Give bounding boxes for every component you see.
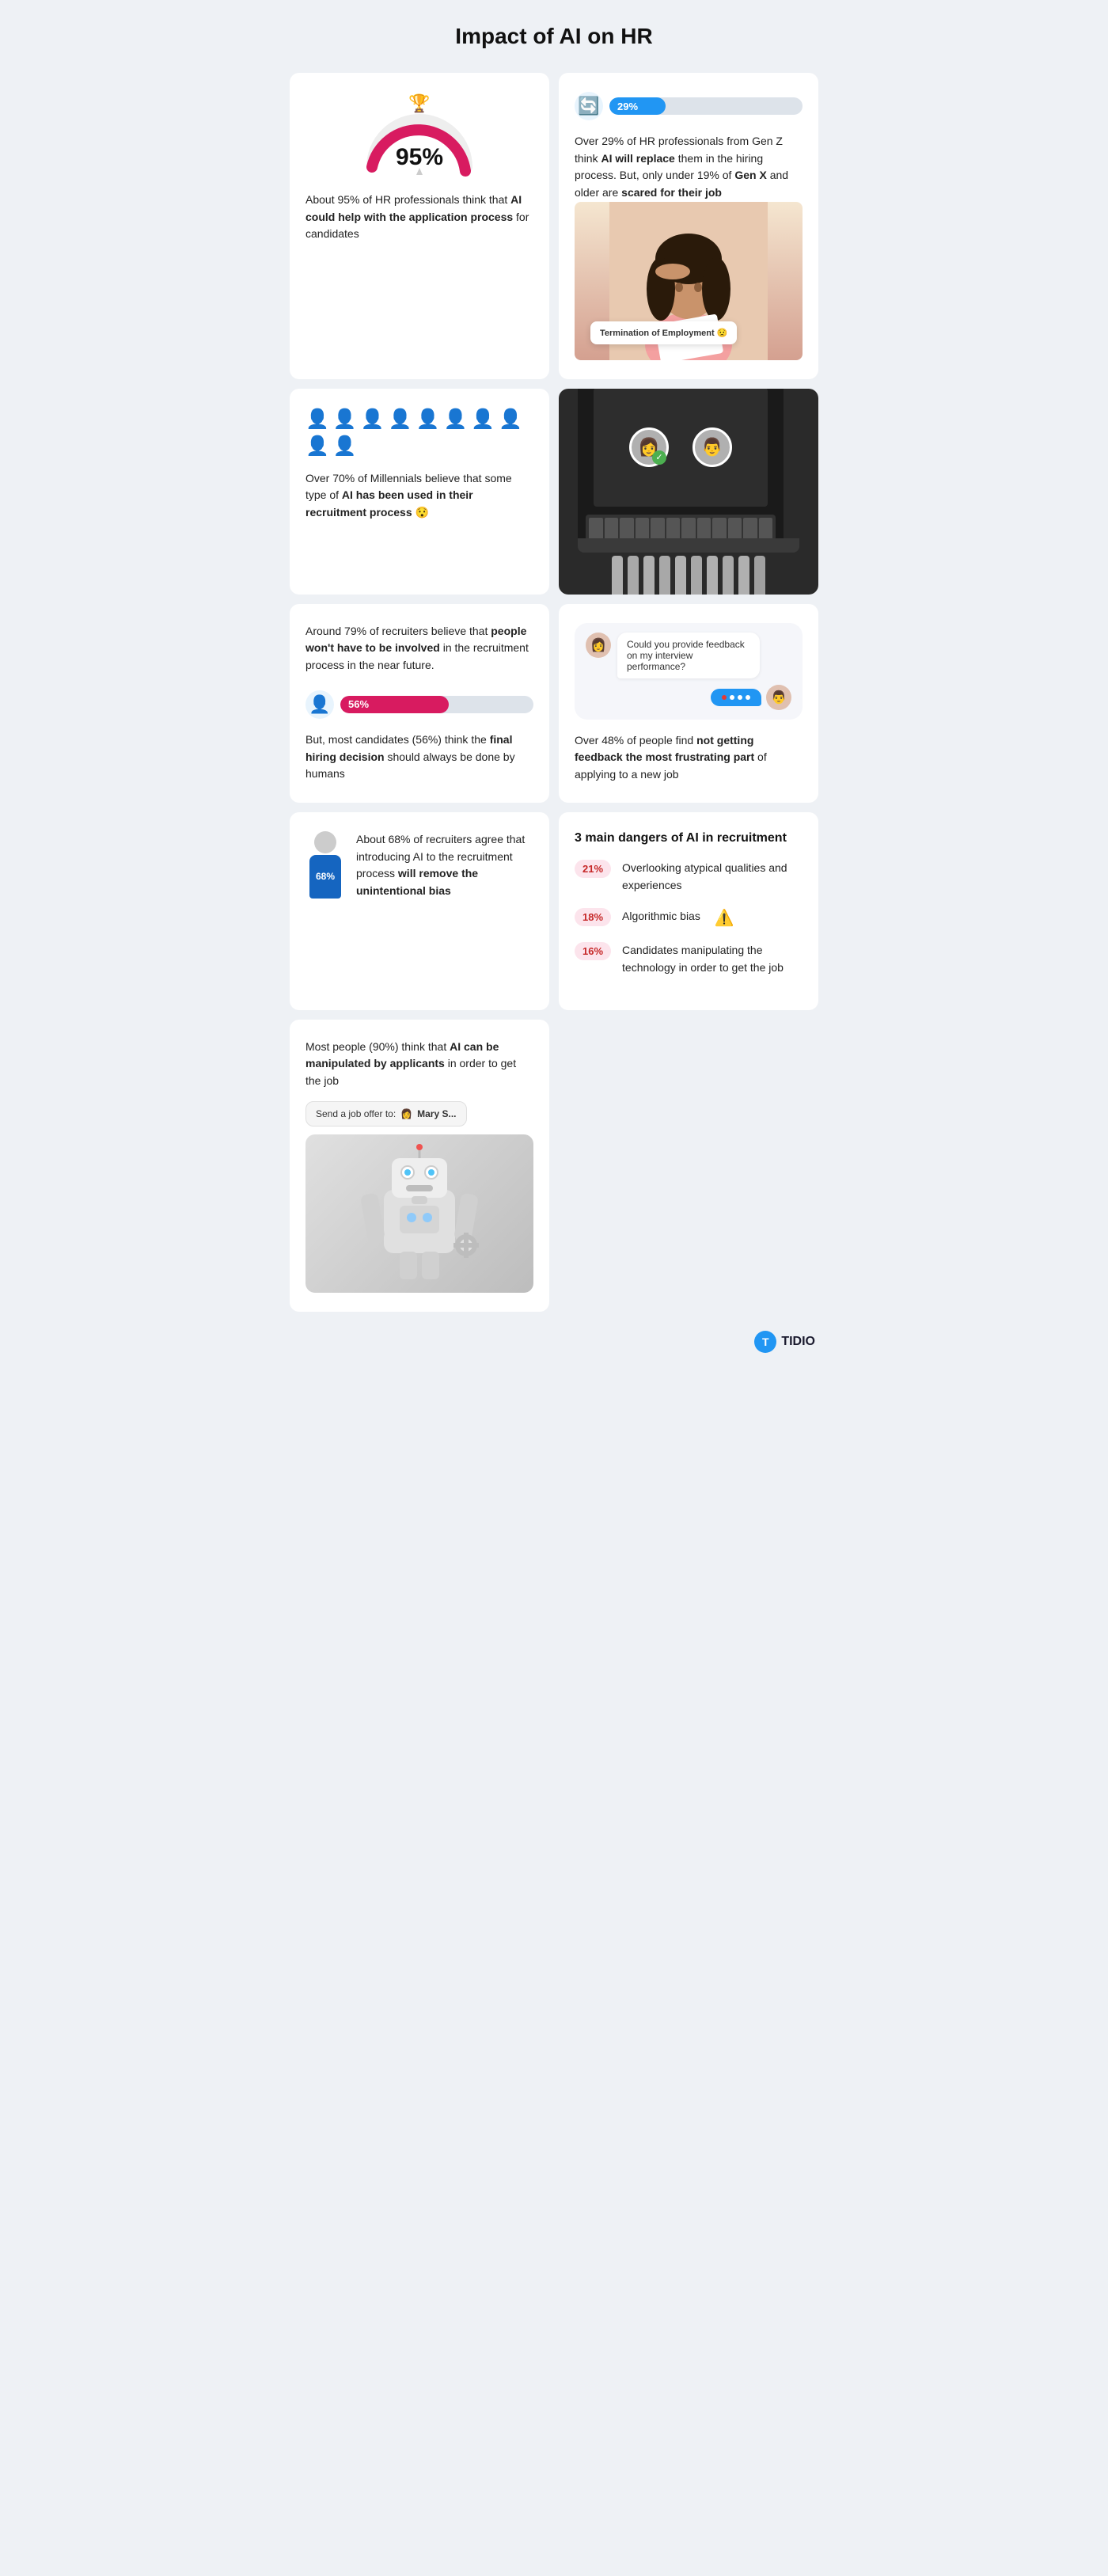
progress-fill-56: 56% (340, 696, 449, 713)
danger-pct-3: 16% (575, 942, 611, 960)
candidate-avatar-1: 👩 ✓ (629, 427, 669, 467)
person-figure: 68% (305, 831, 345, 899)
person-icon-9: 👤 (305, 435, 329, 458)
card2-text: Over 29% of HR professionals from Gen Z … (575, 133, 803, 202)
person-stat-68: 68% About 68% of recruiters agree that i… (305, 831, 533, 900)
job-offer-bubble: Send a job offer to: 👩 Mary S... (305, 1101, 467, 1127)
person-icon-7: 👤 (471, 408, 495, 431)
gauge-percent: 95% (396, 144, 443, 171)
chat-bubble: Could you provide feedback on my intervi… (617, 633, 760, 678)
danger-item-1: 21% Overlooking atypical qualities and e… (575, 860, 803, 894)
danger-text-3: Candidates manipulating the technology i… (622, 942, 803, 976)
card8-text: About 68% of recruiters agree that intro… (356, 831, 533, 900)
robot-hands (578, 556, 799, 595)
tidio-footer: T TIDIO (277, 1320, 831, 1364)
danger-item-3: 16% Candidates manipulating the technolo… (575, 942, 803, 976)
main-grid: 🏆 95% About 95% of HR professionals thin… (277, 65, 831, 1320)
dot-3 (746, 695, 750, 700)
mary-avatar: 👩 (400, 1108, 412, 1119)
page-title: Impact of AI on HR (277, 0, 831, 65)
card-90-robot: Most people (90%) think that AI can be m… (290, 1020, 549, 1312)
progress-fill-29: 29% (609, 97, 666, 115)
figure-head (314, 831, 336, 853)
card7-text: Over 48% of people find not getting feed… (575, 732, 803, 784)
dot-2 (738, 695, 742, 700)
gauge-wrap: 🏆 95% (305, 92, 533, 179)
laptop-screen-area: 👩 ✓ 👨 (578, 389, 784, 538)
danger-pct-2: 18% (575, 908, 611, 926)
person-icon-5: 👤 (416, 408, 440, 431)
dot-red (722, 695, 727, 700)
person-icon-small: 👤 (305, 690, 334, 719)
danger-text-2: Algorithmic bias (622, 908, 700, 925)
tidio-brand-name: TIDIO (781, 1335, 815, 1349)
person-icon-4: 👤 (389, 408, 412, 431)
progress-row-56: 👤 56% (305, 690, 533, 719)
progress-bar-29: 29% (609, 97, 803, 115)
gauge-emoji: 🏆 (408, 93, 430, 114)
card-95-gauge: 🏆 95% About 95% of HR professionals thin… (290, 73, 549, 379)
woman-photo: Termination of Employment 😟 (575, 202, 803, 360)
chat-avatar-left: 👩 (586, 633, 611, 658)
chat-left: 👩 Could you provide feedback on my inter… (586, 633, 791, 678)
laptop-body: 👩 ✓ 👨 (578, 389, 799, 595)
card10-text: Most people (90%) think that AI can be m… (305, 1039, 533, 1090)
robot-svg (360, 1142, 479, 1285)
card-79-56: Around 79% of recruiters believe that pe… (290, 604, 549, 803)
laptop-base (578, 538, 799, 553)
laptop-screen: 👩 ✓ 👨 (594, 389, 768, 507)
person-icon-10: 👤 (333, 435, 357, 458)
danger-item-2: 18% Algorithmic bias ⚠️ (575, 908, 803, 928)
chat-right: 👨 (586, 685, 791, 710)
chat-wrap: 👩 Could you provide feedback on my inter… (575, 623, 803, 720)
laptop-wrap: 👩 ✓ 👨 (559, 389, 818, 595)
card3-text: Over 70% of Millennials believe that som… (305, 470, 533, 522)
card-29-genz: 🔄 29% Over 29% of HR professionals from … (559, 73, 818, 379)
chat-avatar-right: 👨 (766, 685, 791, 710)
person-icon-2: 👤 (333, 408, 357, 431)
person-icon-8: 👤 (499, 408, 522, 431)
person-icon-3: 👤 (361, 408, 385, 431)
progress-row-29: 🔄 29% (575, 92, 803, 120)
card-laptop: 👩 ✓ 👨 (559, 389, 818, 595)
tidio-logo-icon: T (754, 1331, 776, 1353)
typing-bubble (711, 689, 761, 706)
card6-text2: But, most candidates (56%) think the fin… (305, 731, 533, 783)
card1-text: About 95% of HR professionals think that… (305, 192, 533, 243)
card-48-feedback: 👩 Could you provide feedback on my inter… (559, 604, 818, 803)
mary-name: Mary S... (417, 1108, 456, 1119)
candidate-avatar-2: 👨 (692, 427, 732, 467)
danger-pct-1: 21% (575, 860, 611, 878)
card-68-bias: 68% About 68% of recruiters agree that i… (290, 812, 549, 1010)
card-70-millennials: 👤 👤 👤 👤 👤 👤 👤 👤 👤 👤 Over 70% of Millenni… (290, 389, 549, 595)
termination-card: Termination of Employment 😟 (590, 321, 737, 344)
robot-image (305, 1134, 533, 1293)
person-icon-6: 👤 (443, 408, 467, 431)
progress-bar-56: 56% (340, 696, 533, 713)
people-icons-row: 👤 👤 👤 👤 👤 👤 👤 👤 👤 👤 (305, 408, 533, 458)
warning-icon: ⚠️ (715, 908, 734, 928)
card6-text1: Around 79% of recruiters believe that pe… (305, 623, 533, 674)
dot-1 (730, 695, 734, 700)
dangers-title: 3 main dangers of AI in recruitment (575, 831, 803, 845)
sync-icon: 🔄 (575, 92, 603, 120)
checkmark-badge: ✓ (652, 450, 666, 465)
danger-text-1: Overlooking atypical qualities and exper… (622, 860, 803, 894)
person-icon-1: 👤 (305, 408, 329, 431)
card-dangers: 3 main dangers of AI in recruitment 21% … (559, 812, 818, 1010)
figure-body: 68% (309, 855, 341, 899)
keyboard (586, 515, 776, 538)
